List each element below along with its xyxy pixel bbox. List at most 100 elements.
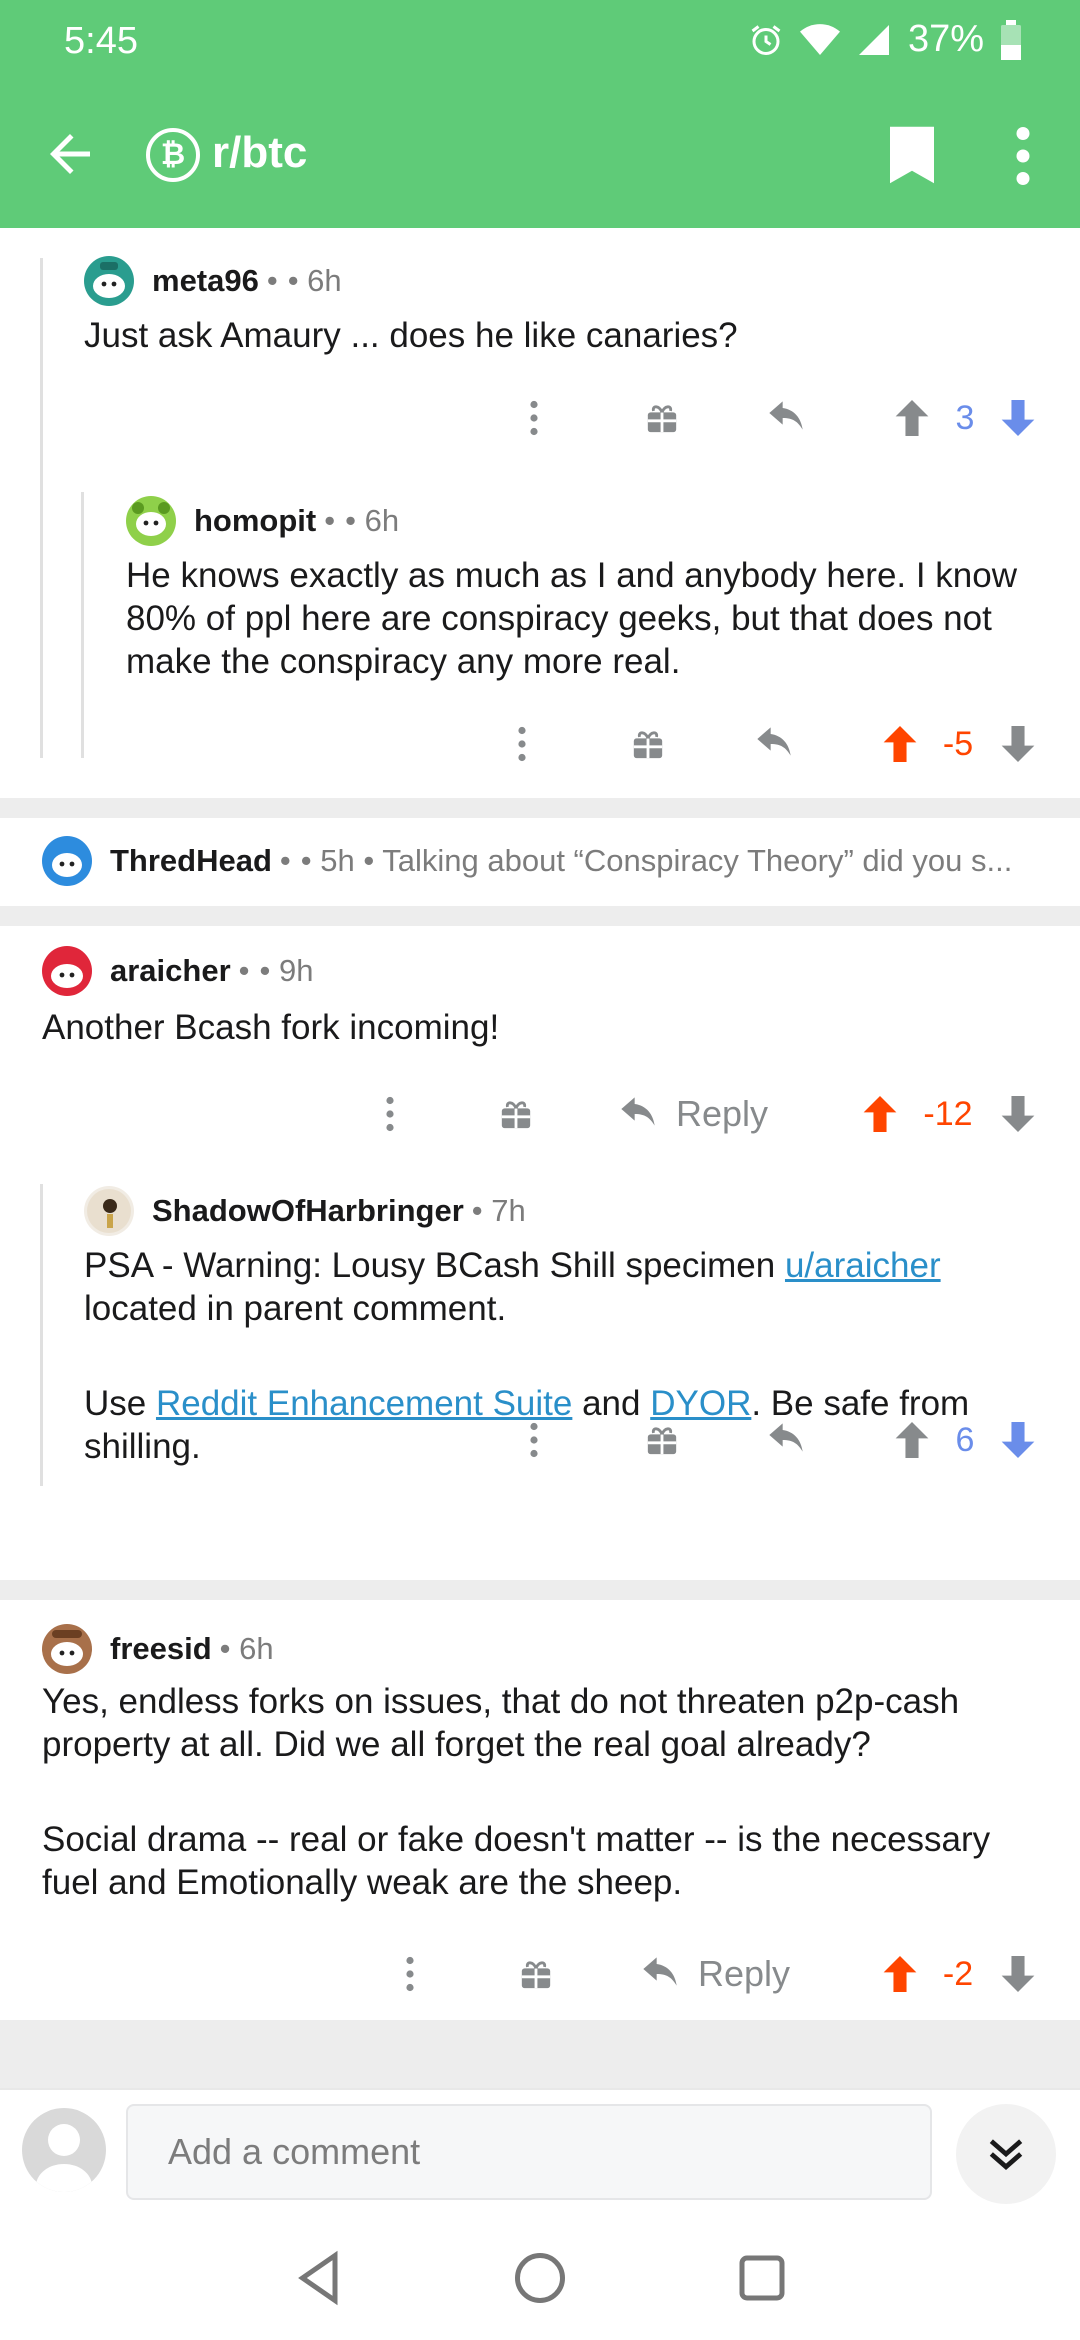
reply-button[interactable]: Reply xyxy=(618,1084,788,1144)
comment-author-shadow[interactable]: ShadowOfHarbringer • 7h xyxy=(84,1184,526,1238)
more-button[interactable] xyxy=(366,1084,414,1144)
award-button[interactable] xyxy=(624,714,672,774)
reply-button[interactable]: Reply xyxy=(640,1944,810,2004)
downvote-button[interactable] xyxy=(994,1944,1042,2004)
bookmark-icon[interactable] xyxy=(890,126,934,184)
comment-age: • 6h xyxy=(219,1631,274,1666)
reply-button[interactable] xyxy=(762,388,810,448)
username[interactable]: meta96 xyxy=(152,263,259,299)
upvote-arrow-icon xyxy=(895,400,929,436)
award-button[interactable] xyxy=(638,1410,686,1470)
username-dot: • xyxy=(266,263,278,298)
user-link[interactable]: u/araicher xyxy=(785,1246,941,1285)
comment-author-thredhead[interactable]: ThredHead • • 5h • Talking about “Conspi… xyxy=(42,834,1062,888)
comment-actions: Reply -2 xyxy=(0,1944,1080,2004)
user-silhouette-icon xyxy=(36,2124,92,2192)
comment-author-araicher[interactable]: araicher • • 9h xyxy=(42,944,313,998)
snoo-avatar-icon xyxy=(51,964,83,988)
upvote-arrow-icon xyxy=(883,726,917,762)
downvote-button[interactable] xyxy=(994,388,1042,448)
comment-actions: 3 xyxy=(0,388,1080,448)
reply-arrow-icon xyxy=(621,1097,655,1126)
current-user-avatar[interactable] xyxy=(22,2108,106,2192)
username[interactable]: freesid xyxy=(110,1631,212,1667)
award-button[interactable] xyxy=(638,388,686,448)
username-dot: • xyxy=(324,503,336,538)
more-button[interactable] xyxy=(386,1944,434,2004)
upvote-button[interactable] xyxy=(876,714,924,774)
nav-home-icon[interactable] xyxy=(510,2248,570,2308)
upvote-button[interactable] xyxy=(888,1410,936,1470)
username[interactable]: ShadowOfHarbringer xyxy=(152,1193,464,1229)
status-bar: 5:45 37% xyxy=(0,0,1080,80)
vote-score: 3 xyxy=(955,398,975,437)
award-button[interactable] xyxy=(512,1944,560,2004)
jump-to-next-button[interactable] xyxy=(956,2104,1056,2204)
snoo-avatar-icon xyxy=(51,1630,83,1666)
subreddit-icon[interactable]: ₿ xyxy=(146,128,200,182)
comment-age: • 6h xyxy=(287,263,342,298)
battery-icon xyxy=(1001,19,1021,60)
user-avatar-icon xyxy=(87,1189,131,1233)
comment-paragraph: Social drama -- real or fake doesn't mat… xyxy=(42,1820,991,1902)
reply-arrow-icon xyxy=(757,727,791,756)
subreddit-title[interactable]: r/btc xyxy=(212,128,307,178)
comment-actions: Reply -12 xyxy=(0,1084,1080,1144)
avatar xyxy=(42,946,92,996)
separator xyxy=(0,1580,1080,1600)
nav-back-icon[interactable] xyxy=(290,2248,350,2308)
downvote-arrow-icon xyxy=(1001,1422,1035,1458)
username[interactable]: homopit xyxy=(194,503,316,539)
comment-paragraph: Yes, endless forks on issues, that do no… xyxy=(42,1682,960,1764)
snoo-avatar-icon xyxy=(93,262,125,298)
collapsed-comment[interactable]: ThredHead • • 5h • Talking about “Conspi… xyxy=(0,818,1080,906)
reply-button[interactable] xyxy=(762,1410,810,1470)
comment-paragraph: PSA - Warning: Lousy BCash Shill specime… xyxy=(84,1246,941,1328)
avatar xyxy=(42,1624,92,1674)
comment-author-meta96[interactable]: meta96 • • 6h xyxy=(84,254,342,308)
more-button[interactable] xyxy=(510,388,558,448)
comment-placeholder: Add a comment xyxy=(168,2131,421,2172)
vote-score: -5 xyxy=(942,724,974,763)
upvote-button[interactable] xyxy=(856,1084,904,1144)
gift-icon xyxy=(633,731,663,759)
avatar xyxy=(126,496,176,546)
downvote-button[interactable] xyxy=(994,1410,1042,1470)
nav-recents-icon[interactable] xyxy=(732,2248,792,2308)
downvote-button[interactable] xyxy=(994,714,1042,774)
comment-age: • 7h xyxy=(471,1193,526,1228)
upvote-button[interactable] xyxy=(888,388,936,448)
downvote-arrow-icon xyxy=(1001,726,1035,762)
more-options-icon[interactable] xyxy=(1010,126,1036,186)
more-button[interactable] xyxy=(498,714,546,774)
comment-author-homopit[interactable]: homopit • • 6h xyxy=(126,494,399,548)
downvote-button[interactable] xyxy=(994,1084,1042,1144)
award-button[interactable] xyxy=(492,1084,540,1144)
separator xyxy=(0,798,1080,818)
more-button[interactable] xyxy=(510,1410,558,1470)
reply-label: Reply xyxy=(698,1953,791,1994)
vote-score: -2 xyxy=(942,1954,974,1993)
status-time: 5:45 xyxy=(64,20,138,62)
more-vertical-icon xyxy=(530,1422,538,1458)
alarm-icon xyxy=(751,24,781,55)
snoo-avatar-icon xyxy=(52,853,82,877)
double-chevron-down-icon xyxy=(989,2139,1023,2171)
status-icons: 37% xyxy=(748,18,1022,61)
comment-author-freesid[interactable]: freesid • 6h xyxy=(42,1622,274,1676)
add-comment-input[interactable]: Add a comment xyxy=(126,2104,932,2200)
avatar xyxy=(84,256,134,306)
upvote-arrow-icon xyxy=(883,1956,917,1992)
username[interactable]: ThredHead xyxy=(110,843,272,879)
comment-list: meta96 • • 6h Just ask Amaury ... does h… xyxy=(0,228,1080,2088)
upvote-button[interactable] xyxy=(876,1944,924,2004)
app-header: 5:45 37% ₿ r/btc xyxy=(0,0,1080,228)
comment-age: • 9h xyxy=(259,953,314,988)
gift-icon xyxy=(501,1101,531,1129)
username[interactable]: araicher xyxy=(110,953,231,989)
reply-button[interactable] xyxy=(750,714,798,774)
gift-icon xyxy=(521,1961,551,1989)
back-arrow-icon[interactable] xyxy=(40,124,100,184)
downvote-arrow-icon xyxy=(1001,400,1035,436)
reply-label: Reply xyxy=(676,1093,769,1134)
